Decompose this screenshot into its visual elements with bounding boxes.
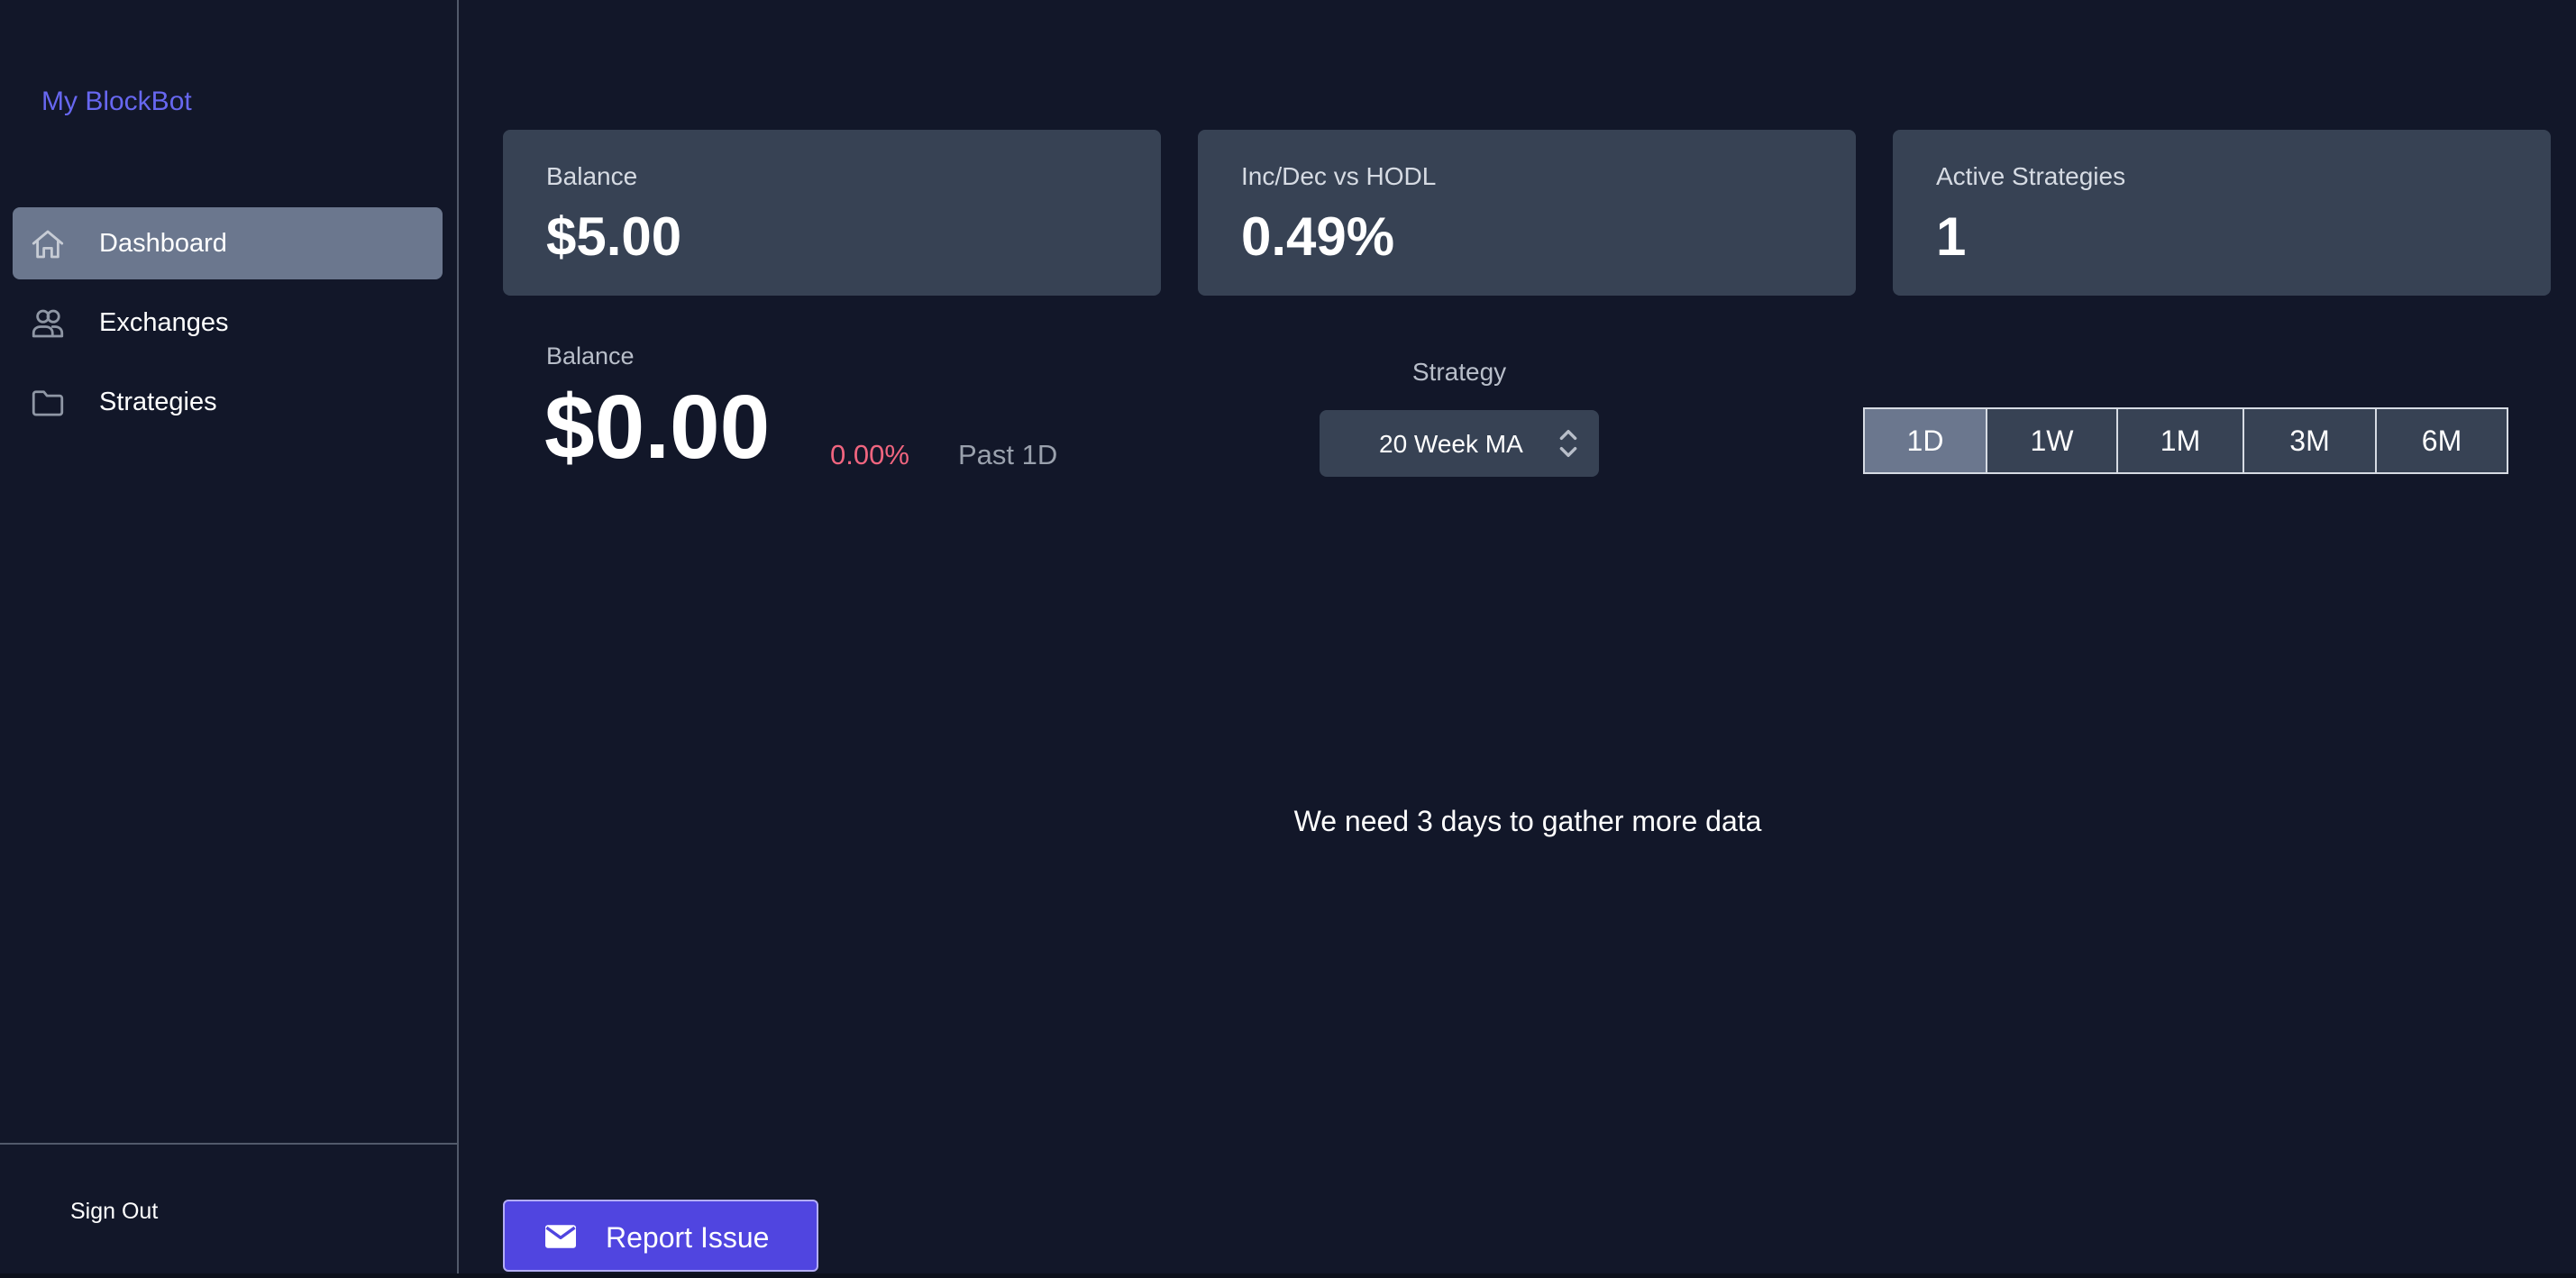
time-range-group: 1D 1W 1M 3M 6M: [1863, 407, 2508, 474]
strategy-label: Strategy: [1411, 358, 1507, 386]
folder-icon: [32, 390, 64, 416]
range-button-1w[interactable]: 1W: [1986, 409, 2116, 472]
sidebar-item-label: Dashboard: [99, 229, 227, 258]
balance-value: $0.00: [544, 377, 771, 478]
chart-empty-message: We need 3 days to gather more data: [1293, 805, 1762, 837]
chevron-up-down-icon: [1559, 429, 1577, 458]
stat-card-balance: Balance $5.00: [503, 130, 1161, 296]
app-window: My BlockBot Dashboard Exchanges Strategi…: [0, 0, 2576, 1278]
report-issue-label: Report Issue: [606, 1221, 770, 1254]
report-issue-button[interactable]: Report Issue: [503, 1200, 818, 1272]
balance-label: Balance: [546, 342, 635, 370]
sidebar-item-strategies[interactable]: Strategies: [13, 366, 443, 438]
balance-change: 0.00%: [830, 439, 909, 470]
sign-out-link[interactable]: Sign Out: [70, 1199, 158, 1225]
stat-label: Active Strategies: [1936, 162, 2126, 190]
mail-icon: [545, 1225, 576, 1248]
sidebar-item-label: Exchanges: [99, 308, 229, 337]
home-icon: [32, 230, 64, 259]
range-button-1d[interactable]: 1D: [1865, 409, 1986, 472]
stat-card-active-strategies: Active Strategies 1: [1893, 130, 2551, 296]
brand-logo[interactable]: My BlockBot: [41, 87, 192, 117]
stat-label: Inc/Dec vs HODL: [1241, 162, 1437, 190]
balance-period: Past 1D: [958, 439, 1058, 470]
window-bottom-edge: [0, 1273, 2576, 1278]
sidebar-item-exchanges[interactable]: Exchanges: [13, 287, 443, 359]
stat-label: Balance: [546, 162, 638, 190]
range-button-6m[interactable]: 6M: [2375, 409, 2507, 472]
range-button-1m[interactable]: 1M: [2116, 409, 2243, 472]
sidebar-item-label: Strategies: [99, 388, 217, 416]
users-icon: [32, 309, 64, 338]
strategy-selected-value: 20 Week MA: [1379, 430, 1523, 458]
sidebar-divider: [0, 1143, 457, 1145]
sidebar: My BlockBot Dashboard Exchanges Strategi…: [0, 0, 459, 1273]
stat-value: $5.00: [546, 206, 682, 267]
sidebar-nav: Dashboard Exchanges Strategies: [13, 207, 443, 445]
stat-card-inc-dec-vs-hodl: Inc/Dec vs HODL 0.49%: [1198, 130, 1856, 296]
sidebar-item-dashboard[interactable]: Dashboard: [13, 207, 443, 279]
stat-value: 1: [1936, 206, 1967, 267]
stat-value: 0.49%: [1241, 206, 1395, 267]
range-button-3m[interactable]: 3M: [2243, 409, 2375, 472]
strategy-select[interactable]: 20 Week MA: [1320, 410, 1599, 477]
